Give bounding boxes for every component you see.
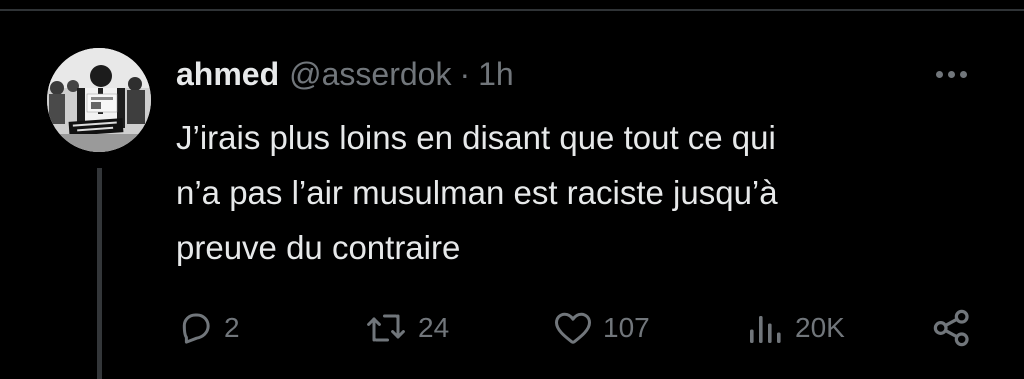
reply-count: 2 [224, 312, 240, 343]
repost-count: 24 [418, 312, 450, 343]
heart-icon [555, 312, 591, 344]
tweet[interactable]: ahmed @asserdok · 1h J’irais plus loins … [0, 0, 1024, 379]
more-options-button[interactable] [928, 56, 974, 92]
tweet-text: J’irais plus loins en disant que tout ce… [176, 110, 956, 275]
views-icon [750, 316, 781, 343]
like-count: 107 [603, 312, 650, 343]
timestamp[interactable]: 1h [478, 56, 514, 93]
avatar[interactable] [47, 48, 151, 152]
tweet-text-line: preuve du contraire [176, 229, 461, 266]
repost-button[interactable]: 24 [364, 300, 449, 356]
share-icon [933, 309, 969, 347]
tweet-header: ahmed @asserdok · 1h [176, 52, 514, 96]
reply-icon [182, 313, 210, 344]
tweet-text-line: n’a pas l’air musulman est raciste jusqu… [176, 174, 778, 211]
display-name[interactable]: ahmed [176, 56, 279, 93]
action-bar: 2 24 107 20K [0, 300, 1024, 356]
user-handle[interactable]: @asserdok [289, 56, 451, 93]
like-button[interactable]: 107 [553, 300, 650, 356]
more-dot-icon [947, 70, 955, 78]
reply-button[interactable]: 2 [178, 300, 240, 356]
share-button[interactable] [931, 300, 973, 356]
repost-icon [367, 314, 405, 342]
tweet-text-line: J’irais plus loins en disant que tout ce… [176, 119, 776, 156]
avatar-photo [47, 48, 151, 152]
more-dot-icon [959, 70, 967, 78]
views-count: 20K [795, 312, 845, 343]
views-button[interactable]: 20K [745, 300, 845, 356]
separator-dot: · [459, 55, 471, 92]
more-dot-icon [935, 70, 943, 78]
